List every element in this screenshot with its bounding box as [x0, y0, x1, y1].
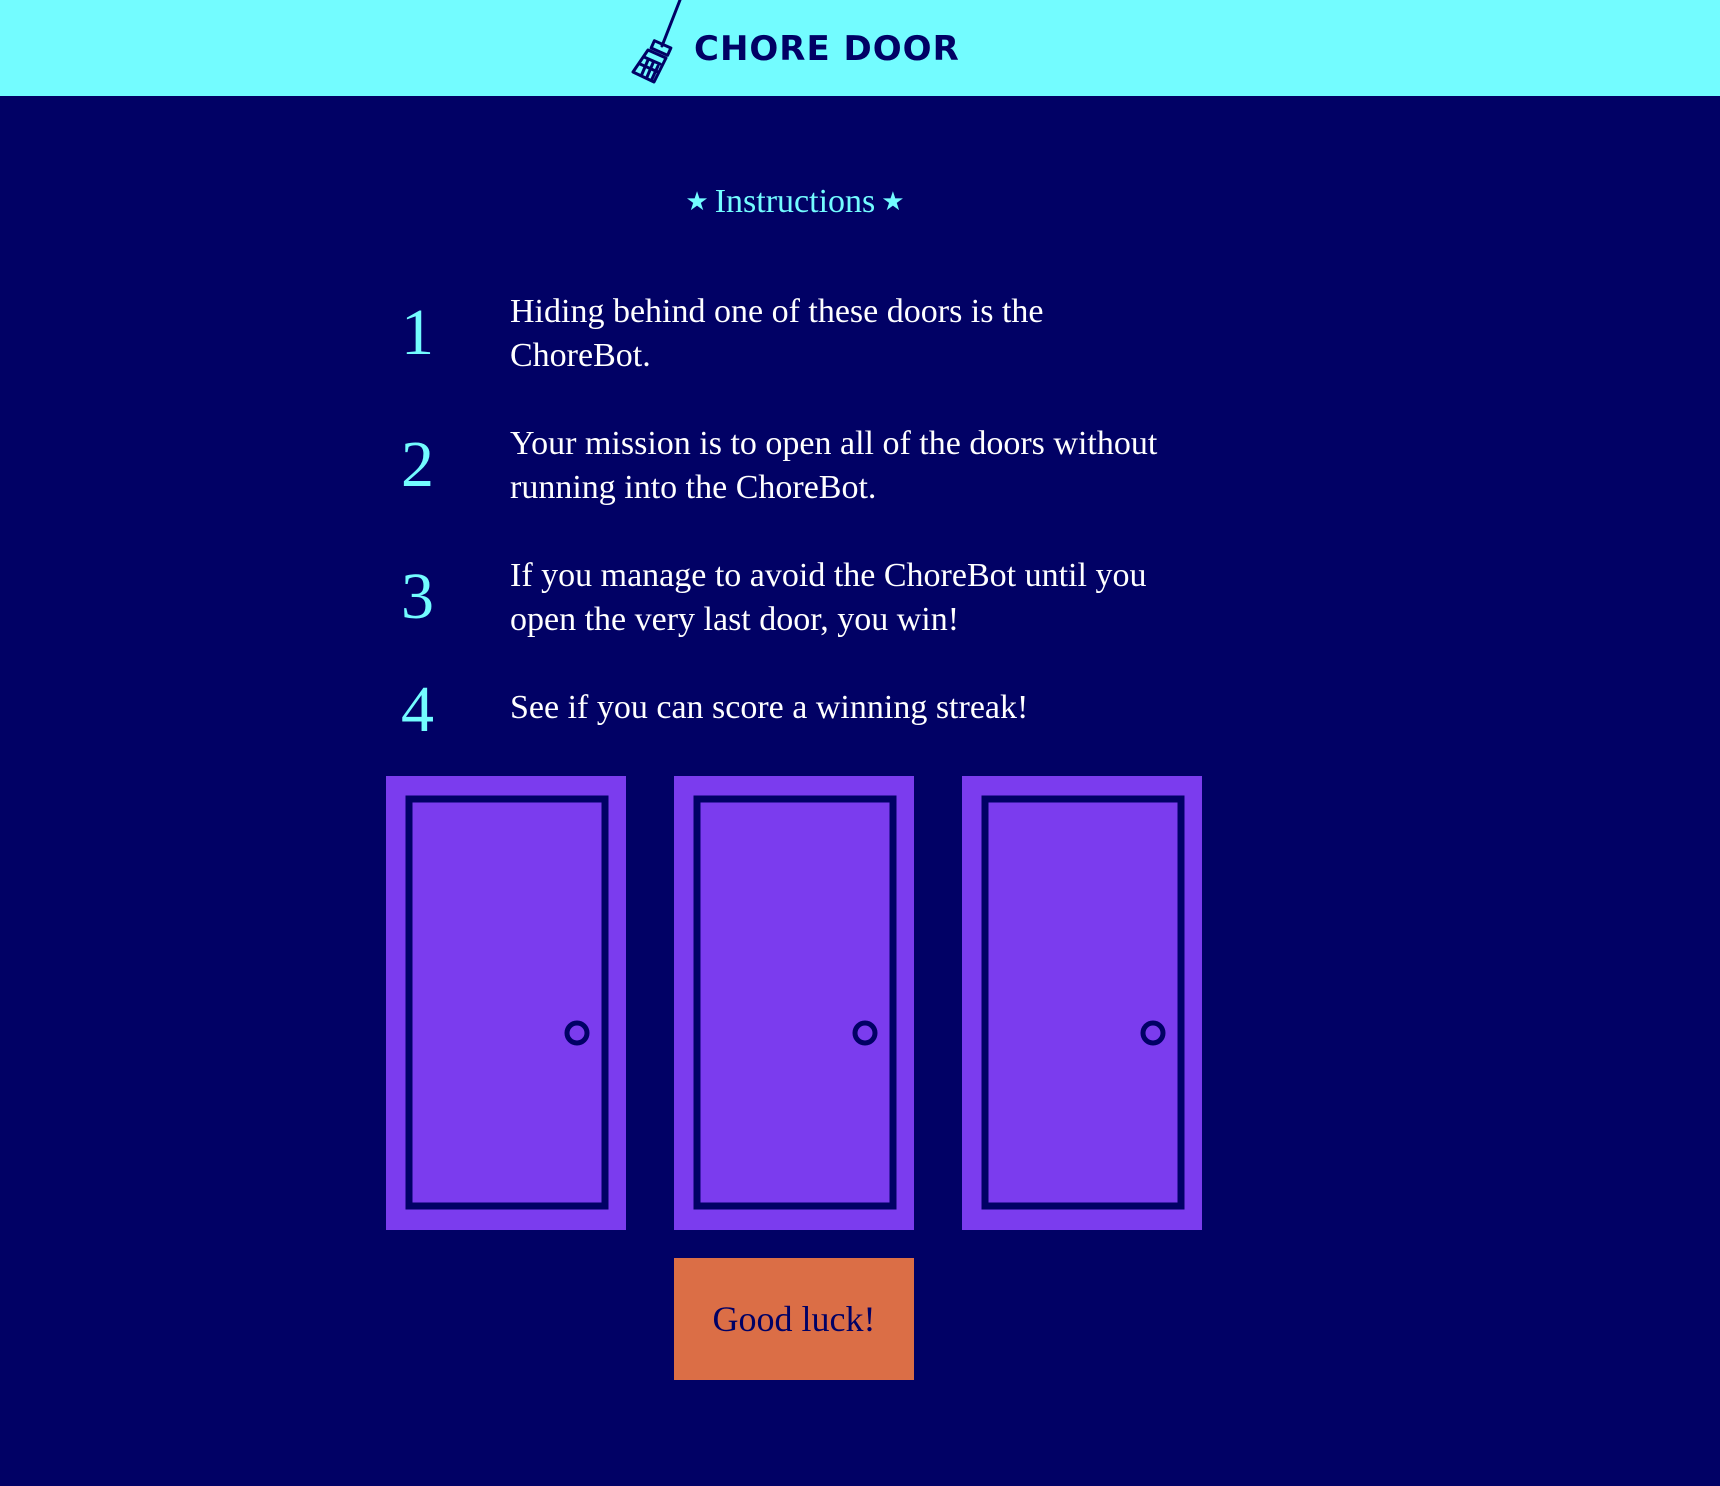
brand-title: CHORE DOOR [694, 29, 960, 69]
step-text: Your mission is to open all of the doors… [510, 425, 1158, 506]
door-2[interactable] [674, 776, 914, 1230]
instructions-heading: ★ Instructions ★ [0, 180, 1590, 224]
star-icon: ★ [685, 187, 709, 216]
star-icon: ★ [881, 187, 905, 216]
door-3[interactable] [962, 776, 1202, 1230]
instructions-title: Instructions [714, 183, 876, 220]
step-text: If you manage to avoid the ChoreBot unti… [510, 557, 1147, 638]
start-button[interactable]: Good luck! [674, 1258, 914, 1380]
door-1[interactable] [386, 776, 626, 1230]
step-number: 3 [401, 560, 434, 633]
step-number: 4 [401, 673, 434, 746]
step-text: See if you can score a winning streak! [510, 689, 1029, 726]
step-text: Hiding behind one of these doors is the … [510, 293, 1044, 374]
closed-door-icon [405, 795, 609, 1210]
closed-door-icon [693, 795, 897, 1210]
header-bar: CHORE DOOR [0, 0, 1720, 96]
step-number: 1 [401, 296, 434, 369]
closed-door-icon [981, 795, 1185, 1210]
step-number: 2 [401, 428, 434, 501]
